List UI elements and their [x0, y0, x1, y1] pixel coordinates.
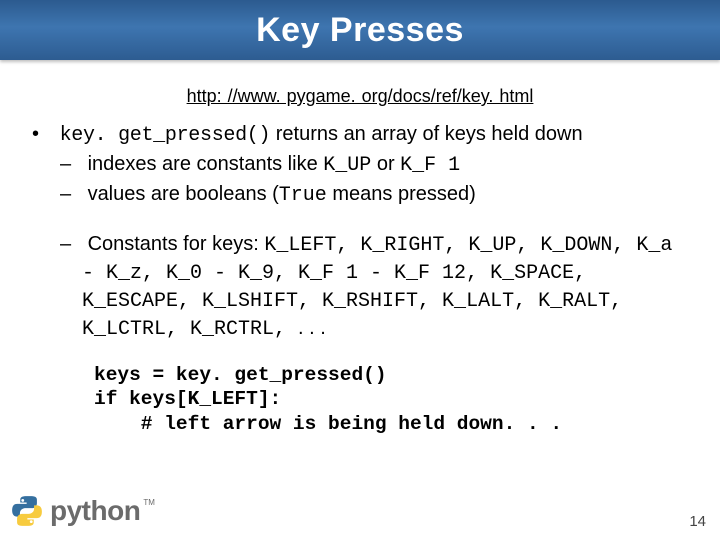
python-logo: python TM [10, 494, 155, 528]
slide: Key Presses http: //www. pygame. org/doc… [0, 0, 720, 540]
bullet-main: key. get_pressed() returns an array of k… [34, 121, 690, 343]
sub-bullet-indexes: indexes are constants like K_UP or K_F 1 [82, 151, 690, 179]
sub-bullet-constants: Constants for keys: K_LEFT, K_RIGHT, K_U… [82, 231, 690, 343]
doc-url[interactable]: http: //www. pygame. org/docs/ref/key. h… [0, 86, 720, 107]
code-inline: K_UP [323, 154, 371, 177]
code-inline: key. get_pressed() [60, 124, 271, 147]
code-block: keys = key. get_pressed() if keys[K_LEFT… [94, 363, 690, 436]
text: . . . [298, 317, 326, 339]
sub-bullet-values: values are booleans (True means pressed) [82, 181, 690, 209]
text: Constants for keys: [88, 233, 265, 255]
title-bar: Key Presses [0, 0, 720, 60]
text: or [371, 153, 400, 175]
text: indexes are constants like [88, 153, 324, 175]
bullet-main-text: returns an array of keys held down [270, 123, 582, 145]
trademark: TM [143, 498, 155, 507]
code-inline: True [279, 184, 327, 207]
code-inline: K_F 1 [400, 154, 460, 177]
text: values are booleans ( [88, 183, 279, 205]
text: means pressed) [327, 183, 476, 205]
page-number: 14 [689, 513, 706, 530]
slide-body: key. get_pressed() returns an array of k… [0, 107, 720, 436]
logo-text: python [50, 495, 140, 527]
slide-title: Key Presses [256, 11, 464, 50]
python-icon [10, 494, 44, 528]
